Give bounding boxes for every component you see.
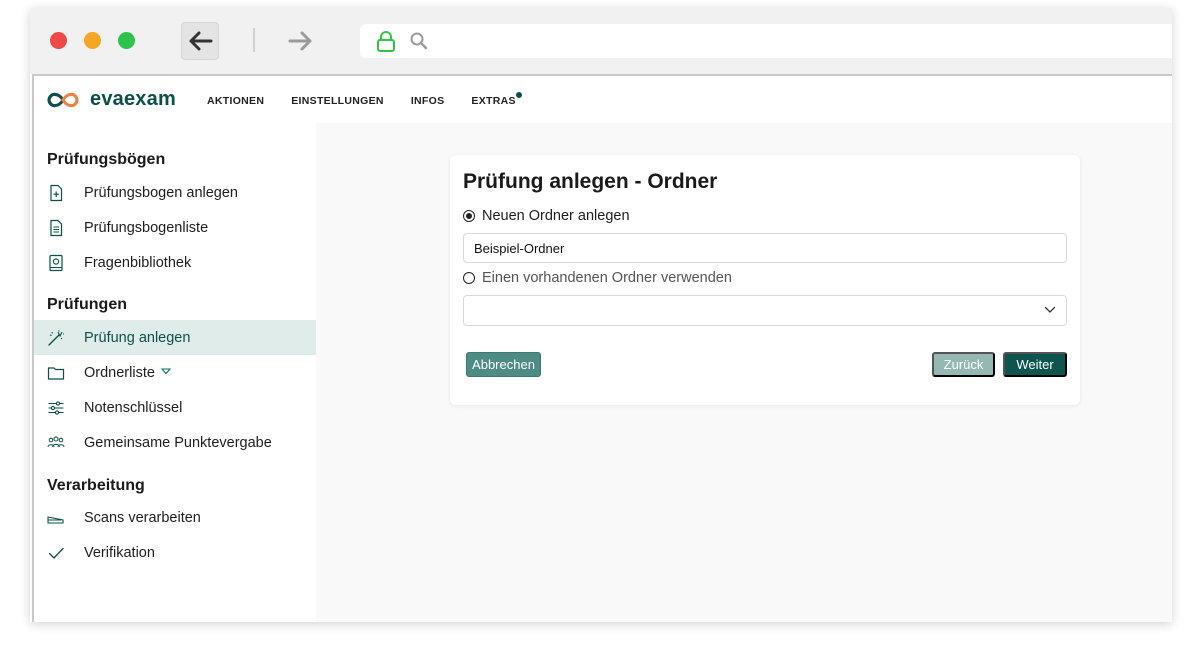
sidebar-item-fragenbibliothek[interactable]: Fragenbibliothek: [34, 245, 316, 280]
sidebar-item-label: Prüfung anlegen: [84, 330, 191, 346]
browser-window: evaexam AKTIONEN EINSTELLUNGEN INFOS EXT…: [30, 8, 1172, 622]
lock-icon: [377, 31, 395, 52]
users-icon: [47, 436, 65, 448]
arrow-right-icon: [288, 31, 312, 51]
browser-titlebar: [30, 8, 1172, 74]
arrow-left-icon: [189, 31, 213, 51]
minimize-window-button[interactable]: [84, 32, 101, 49]
sidebar: Prüfungsbögen Prüfungsbogen anlegen Prüf…: [34, 123, 316, 622]
nav-extras[interactable]: EXTRAS: [471, 92, 522, 107]
cancel-button[interactable]: Abbrechen: [466, 352, 541, 377]
maximize-window-button[interactable]: [118, 32, 135, 49]
sidebar-item-ordnerliste[interactable]: Ordnerliste: [34, 355, 316, 390]
radio-selected-dot: [466, 213, 472, 219]
option-existing-folder-label: Einen vorhandenen Ordner verwenden: [482, 270, 732, 286]
sidebar-item-label: Notenschlüssel: [84, 400, 183, 416]
sidebar-item-label: Prüfungsbogen anlegen: [84, 185, 238, 201]
back-button[interactable]: Zurück: [932, 352, 995, 377]
magic-wand-icon: [48, 330, 64, 346]
search-icon: [410, 32, 428, 50]
brand-name: evaexam: [90, 88, 176, 110]
top-navigation: AKTIONEN EINSTELLUNGEN INFOS EXTRAS: [207, 92, 543, 107]
sidebar-item-notenschluessel[interactable]: Notenschlüssel: [34, 390, 316, 425]
create-exam-folder-card: Prüfung anlegen - Ordner Neuen Ordner an…: [450, 155, 1080, 405]
sidebar-item-scans-verarbeiten[interactable]: Scans verarbeiten: [34, 500, 316, 535]
existing-folder-select[interactable]: [463, 295, 1067, 326]
nav-einstellungen[interactable]: EINSTELLUNGEN: [291, 95, 384, 107]
radio-new-folder[interactable]: [463, 210, 475, 222]
scanner-icon: [47, 516, 64, 524]
browser-forward-button[interactable]: [282, 22, 320, 60]
folder-name-input[interactable]: [463, 233, 1067, 263]
app-header: evaexam AKTIONEN EINSTELLUNGEN INFOS EXT…: [34, 76, 1172, 123]
evaexam-logo-icon: [47, 92, 79, 107]
notification-dot: [515, 92, 522, 98]
browser-back-button[interactable]: [181, 22, 219, 60]
ordnerliste-label: Ordnerliste: [84, 365, 155, 381]
sidebar-item-pruefung-anlegen[interactable]: Prüfung anlegen: [34, 320, 316, 355]
radio-existing-folder[interactable]: [463, 272, 475, 284]
sidebar-item-label: Scans verarbeiten: [84, 510, 201, 526]
page-title: Prüfung anlegen - Ordner: [463, 170, 718, 193]
toolbar-separator: [253, 28, 255, 52]
folder-icon: [47, 367, 65, 380]
sidebar-item-pruefungsbogenliste[interactable]: Prüfungsbogenliste: [34, 210, 316, 245]
close-window-button[interactable]: [50, 32, 67, 49]
book-icon: [49, 254, 63, 272]
sidebar-item-label: Fragenbibliothek: [84, 255, 192, 271]
option-new-folder[interactable]: Neuen Ordner anlegen: [463, 208, 630, 224]
file-plus-icon: [50, 184, 63, 202]
chevron-down-icon[interactable]: [160, 368, 171, 375]
address-bar[interactable]: [360, 24, 1172, 58]
nav-infos[interactable]: INFOS: [411, 95, 445, 107]
option-existing-folder[interactable]: Einen vorhandenen Ordner verwenden: [463, 270, 732, 286]
nav-aktionen[interactable]: AKTIONEN: [207, 95, 264, 107]
check-icon: [48, 547, 64, 559]
sidebar-item-label: Gemeinsame Punktevergabe: [84, 435, 272, 451]
section-title-verarbeitung: Verarbeitung: [47, 477, 145, 494]
next-button[interactable]: Weiter: [1003, 352, 1067, 377]
file-list-icon: [50, 219, 63, 237]
nav-extras-label: EXTRAS: [471, 95, 516, 107]
chevron-down-icon: [1044, 306, 1056, 313]
sidebar-item-gemeinsame-punktevergabe[interactable]: Gemeinsame Punktevergabe: [34, 425, 316, 460]
section-title-pruefungen: Prüfungen: [47, 296, 127, 313]
option-new-folder-label: Neuen Ordner anlegen: [482, 208, 630, 224]
app-page: evaexam AKTIONEN EINSTELLUNGEN INFOS EXT…: [32, 74, 1172, 622]
sidebar-item-label: Verifikation: [84, 545, 155, 561]
sidebar-item-label: Prüfungsbogenliste: [84, 220, 209, 236]
sidebar-item-pruefungsbogen-anlegen[interactable]: Prüfungsbogen anlegen: [34, 175, 316, 210]
sliders-icon: [48, 401, 64, 415]
brand-logo[interactable]: evaexam: [46, 88, 176, 111]
section-title-pruefungsboegen: Prüfungsbögen: [47, 151, 166, 168]
sidebar-item-verifikation[interactable]: Verifikation: [34, 535, 316, 570]
sidebar-item-label: Ordnerliste: [84, 365, 171, 381]
